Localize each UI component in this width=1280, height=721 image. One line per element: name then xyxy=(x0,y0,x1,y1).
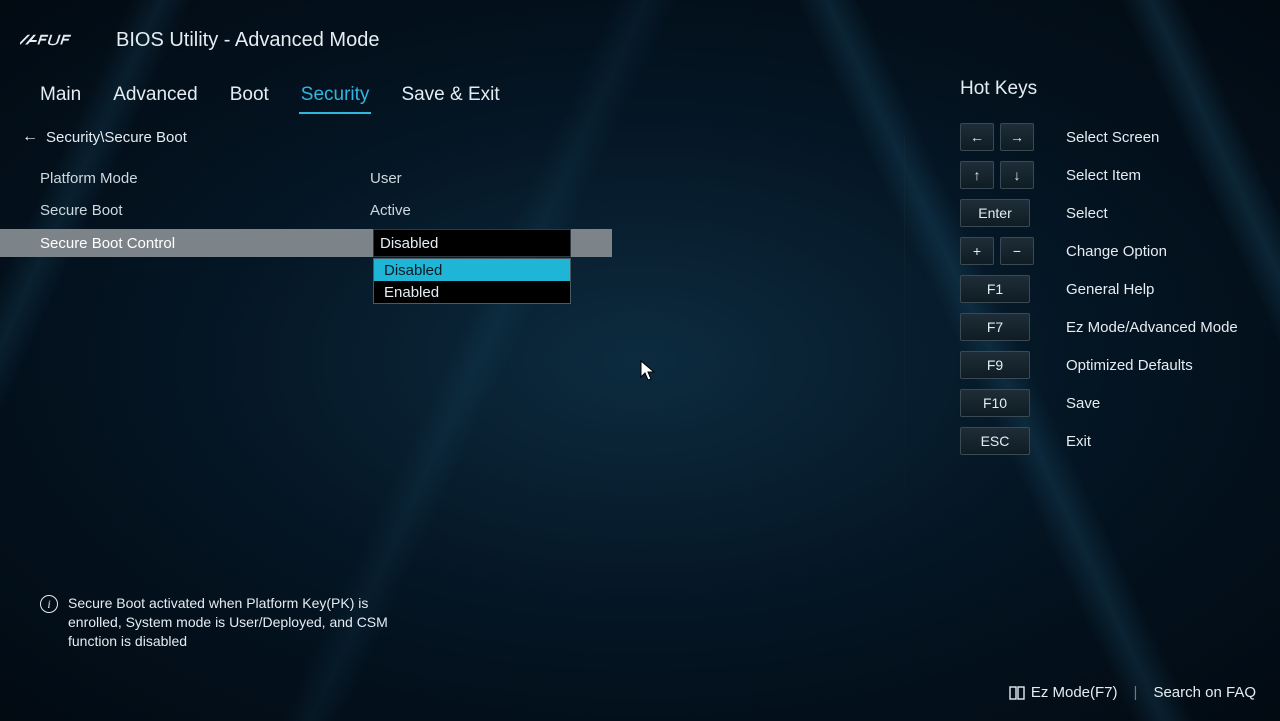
label-secure-boot: Secure Boot xyxy=(40,202,370,219)
hotkey-ezmode: F7 Ez Mode/Advanced Mode xyxy=(960,312,1240,342)
secure-boot-control-selectbox[interactable]: Disabled xyxy=(373,229,571,257)
value-platform-mode: User xyxy=(370,170,402,187)
hotkey-general-help: F1 General Help xyxy=(960,274,1240,304)
breadcrumb-text: Security\Secure Boot xyxy=(46,129,187,146)
row-secure-boot-control[interactable]: Secure Boot Control Disabled xyxy=(0,229,612,257)
key-f10: F10 xyxy=(960,389,1030,417)
hotkey-desc: Save xyxy=(1066,395,1240,412)
topbar: BIOS Utility - Advanced Mode xyxy=(20,20,1260,60)
key-f1: F1 xyxy=(960,275,1030,303)
hotkey-desc: Optimized Defaults xyxy=(1066,357,1240,374)
footer-ezmode-label: Ez Mode(F7) xyxy=(1031,684,1118,701)
secure-boot-control-dropdown[interactable]: Disabled Enabled xyxy=(373,258,571,304)
key-right-arrow: → xyxy=(1000,123,1034,151)
hotkey-select: Enter Select xyxy=(960,198,1240,228)
mouse-cursor-icon xyxy=(640,360,656,382)
footer: Ez Mode(F7) | Search on FAQ xyxy=(1009,684,1256,701)
label-secure-boot-control: Secure Boot Control xyxy=(40,235,370,252)
option-disabled[interactable]: Disabled xyxy=(374,259,570,281)
key-esc: ESC xyxy=(960,427,1030,455)
row-secure-boot[interactable]: Secure Boot Active xyxy=(0,197,612,223)
help-panel: i Secure Boot activated when Platform Ke… xyxy=(40,594,400,651)
footer-separator: | xyxy=(1134,684,1138,701)
hotkeys-panel: Hot Keys ← → Select Screen ↑ ↓ Select It… xyxy=(960,78,1240,464)
hotkey-select-screen: ← → Select Screen xyxy=(960,122,1240,152)
hotkeys-title: Hot Keys xyxy=(960,78,1240,100)
key-enter: Enter xyxy=(960,199,1030,227)
page-title: BIOS Utility - Advanced Mode xyxy=(116,29,379,52)
key-minus: − xyxy=(1000,237,1034,265)
hotkey-desc: Select xyxy=(1066,205,1240,222)
footer-ezmode-link[interactable]: Ez Mode(F7) xyxy=(1009,684,1118,701)
key-up-arrow: ↑ xyxy=(960,161,994,189)
key-f7: F7 xyxy=(960,313,1030,341)
hotkey-change-option: + − Change Option xyxy=(960,236,1240,266)
breadcrumb[interactable]: ← Security\Secure Boot xyxy=(22,128,187,146)
settings-panel: Platform Mode User Secure Boot Active Se… xyxy=(0,165,612,257)
key-left-arrow: ← xyxy=(960,123,994,151)
hotkey-desc: Ez Mode/Advanced Mode xyxy=(1066,319,1240,336)
asus-logo xyxy=(20,28,98,52)
tab-save-exit[interactable]: Save & Exit xyxy=(399,80,501,114)
nav-tabs: Main Advanced Boot Security Save & Exit xyxy=(38,80,502,114)
hotkey-desc: General Help xyxy=(1066,281,1240,298)
hotkey-save: F10 Save xyxy=(960,388,1240,418)
hotkey-optimized-defaults: F9 Optimized Defaults xyxy=(960,350,1240,380)
key-down-arrow: ↓ xyxy=(1000,161,1034,189)
hotkey-desc: Change Option xyxy=(1066,243,1240,260)
hotkey-desc: Select Screen xyxy=(1066,129,1240,146)
ezmode-icon xyxy=(1009,686,1025,700)
key-f9: F9 xyxy=(960,351,1030,379)
help-text: Secure Boot activated when Platform Key(… xyxy=(68,594,400,651)
footer-search-link[interactable]: Search on FAQ xyxy=(1153,684,1256,701)
hotkey-select-item: ↑ ↓ Select Item xyxy=(960,160,1240,190)
value-secure-boot: Active xyxy=(370,202,411,219)
hotkey-desc: Exit xyxy=(1066,433,1240,450)
tab-main[interactable]: Main xyxy=(38,80,83,114)
back-arrow-icon[interactable]: ← xyxy=(22,128,38,146)
row-platform-mode[interactable]: Platform Mode User xyxy=(0,165,612,191)
secure-boot-control-current-value: Disabled xyxy=(380,235,438,252)
info-icon: i xyxy=(40,595,58,613)
tab-boot[interactable]: Boot xyxy=(228,80,271,114)
key-plus: + xyxy=(960,237,994,265)
hotkey-desc: Select Item xyxy=(1066,167,1240,184)
vertical-divider xyxy=(904,136,905,551)
tab-security[interactable]: Security xyxy=(299,80,372,114)
option-enabled[interactable]: Enabled xyxy=(374,281,570,303)
tab-advanced[interactable]: Advanced xyxy=(111,80,200,114)
hotkey-exit: ESC Exit xyxy=(960,426,1240,456)
label-platform-mode: Platform Mode xyxy=(40,170,370,187)
